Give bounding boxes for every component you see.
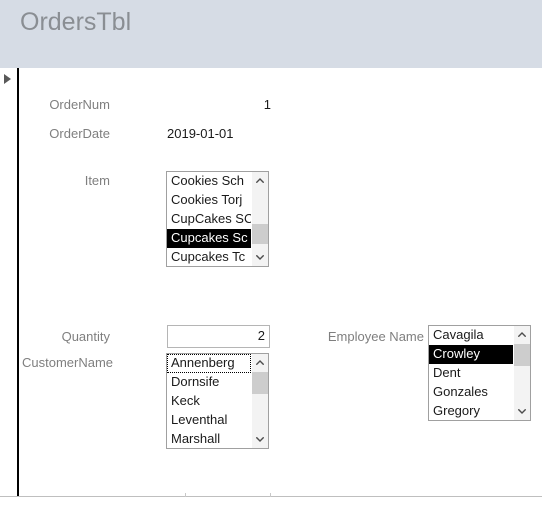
orderdate-label: OrderDate [49,126,110,141]
list-item[interactable]: Keck [167,392,251,411]
item-listbox[interactable]: Cookies Sch Cookies Torj CupCakes SC Cup… [166,171,269,267]
list-item[interactable]: Dent [429,364,513,383]
list-item[interactable]: CupCakes SC [167,210,251,229]
item-listbox-scrollbar[interactable] [251,172,268,266]
employeename-listbox-items: Cavagila Crowley Dent Gonzales Gregory [429,326,513,420]
employeename-listbox[interactable]: Cavagila Crowley Dent Gonzales Gregory [428,325,531,421]
chevron-down-icon [256,437,264,442]
list-item[interactable]: Leventhal [167,411,251,430]
scroll-down-button[interactable] [252,431,268,448]
list-item[interactable]: Annenberg [167,354,251,373]
list-item[interactable]: Dornsife [167,373,251,392]
list-item[interactable]: Cookies Torj [167,191,251,210]
item-listbox-items: Cookies Sch Cookies Torj CupCakes SC Cup… [167,172,251,266]
item-label: Item [84,173,110,188]
scroll-down-button[interactable] [514,403,530,420]
quantity-input[interactable]: 2 [167,325,270,348]
customername-listbox-scrollbar[interactable] [251,354,268,448]
orderdate-value: 2019-01-01 [167,126,234,141]
chevron-up-icon [256,178,264,183]
employeename-label: Employee Name [327,329,424,344]
chevron-up-icon [518,332,526,337]
list-item[interactable]: Crowley [429,345,513,364]
scroll-thumb[interactable] [252,224,268,244]
customername-listbox[interactable]: Annenberg Dornsife Keck Leventhal Marsha… [166,353,269,449]
customername-label: CustomerName [22,355,114,370]
form-header-band: OrdersTbl [0,0,542,68]
form-detail-section: OrderNum 1 OrderDate 2019-01-01 Item Coo… [19,68,542,496]
ordernum-value: 1 [263,97,271,112]
scroll-thumb[interactable] [252,372,268,394]
employeename-listbox-scrollbar[interactable] [513,326,530,420]
scroll-down-button[interactable] [252,249,268,266]
customername-listbox-items: Annenberg Dornsife Keck Leventhal Marsha… [167,354,251,448]
list-item[interactable]: Cavagila [429,326,513,345]
access-form-window: OrdersTbl OrderNum 1 OrderDate 2019-01-0… [0,0,542,508]
page-title: OrdersTbl [20,8,132,36]
list-item[interactable]: Gregory [429,402,513,420]
scroll-up-button[interactable] [514,326,530,343]
chevron-down-icon [256,255,264,260]
list-item[interactable]: Cupcakes Sc [167,229,251,248]
scroll-up-button[interactable] [252,354,268,371]
form-footer-area [0,497,542,508]
play-triangle-icon [4,74,11,84]
list-item[interactable]: Gonzales [429,383,513,402]
scroll-thumb[interactable] [514,344,530,366]
list-item[interactable]: Cookies Sch [167,172,251,191]
record-selector-bar[interactable] [0,68,19,496]
ordernum-label: OrderNum [49,97,110,112]
list-item[interactable]: Marshall [167,430,251,448]
scroll-up-button[interactable] [252,172,268,189]
chevron-up-icon [256,360,264,365]
list-item[interactable]: Cupcakes Tc [167,248,251,266]
chevron-down-icon [518,409,526,414]
quantity-label: Quantity [61,329,110,344]
